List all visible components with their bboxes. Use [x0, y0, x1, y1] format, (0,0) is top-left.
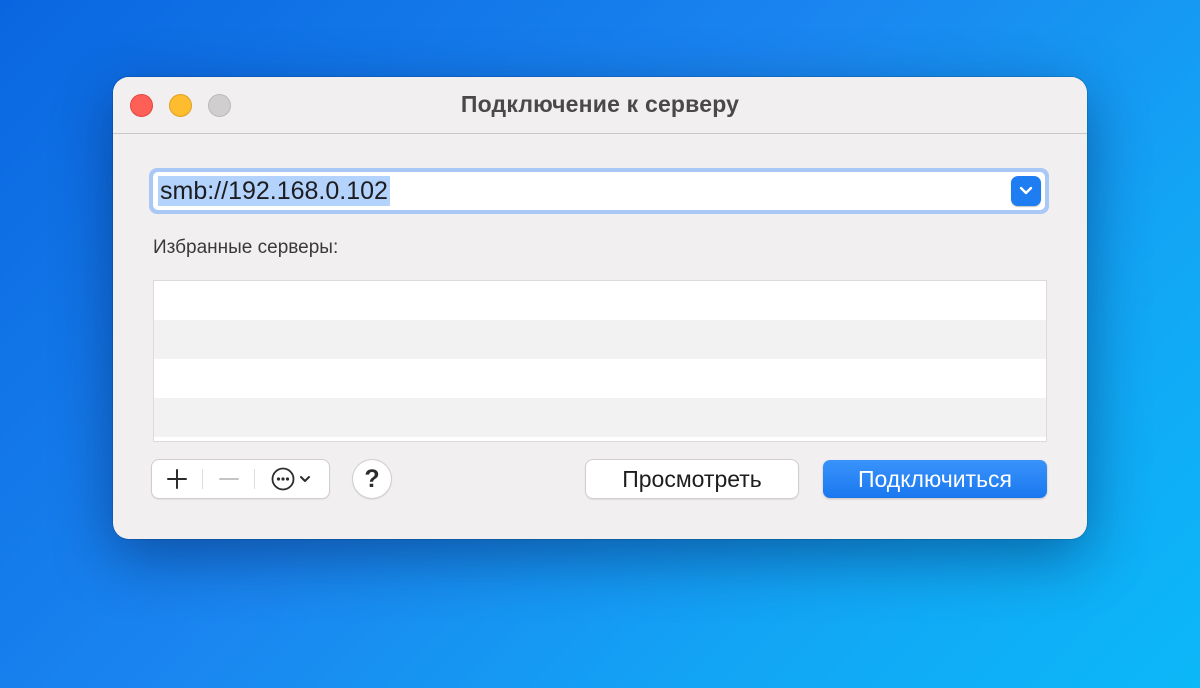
chevron-down-icon: [1019, 186, 1033, 195]
server-address-field[interactable]: smb://192.168.0.102: [149, 168, 1049, 214]
title-bar: Подключение к серверу: [113, 77, 1087, 134]
help-button[interactable]: ?: [353, 460, 391, 498]
plus-icon: [167, 469, 187, 489]
more-options-button[interactable]: [255, 460, 329, 498]
server-address-input[interactable]: smb://192.168.0.102: [153, 172, 1045, 210]
favorite-servers-list[interactable]: [153, 280, 1047, 442]
remove-favorite-button: [203, 460, 254, 498]
add-favorite-button[interactable]: [152, 460, 202, 498]
list-row: [154, 320, 1046, 359]
list-row: [154, 281, 1046, 320]
browse-button[interactable]: Просмотреть: [586, 460, 798, 498]
list-row: [154, 398, 1046, 437]
connect-button[interactable]: Подключиться: [823, 460, 1047, 498]
favorites-segmented-control: [152, 460, 329, 498]
window-title: Подключение к серверу: [460, 91, 740, 117]
connect-to-server-window: Подключение к серверу smb://192.168.0.10…: [113, 77, 1087, 539]
server-address-value[interactable]: smb://192.168.0.102: [158, 176, 390, 206]
favorite-servers-label: Избранные серверы:: [153, 237, 339, 258]
recent-servers-dropdown-button[interactable]: [1011, 176, 1041, 206]
minus-icon: [218, 478, 239, 480]
list-row: [154, 359, 1046, 398]
ellipsis-circle-icon: [271, 467, 310, 491]
